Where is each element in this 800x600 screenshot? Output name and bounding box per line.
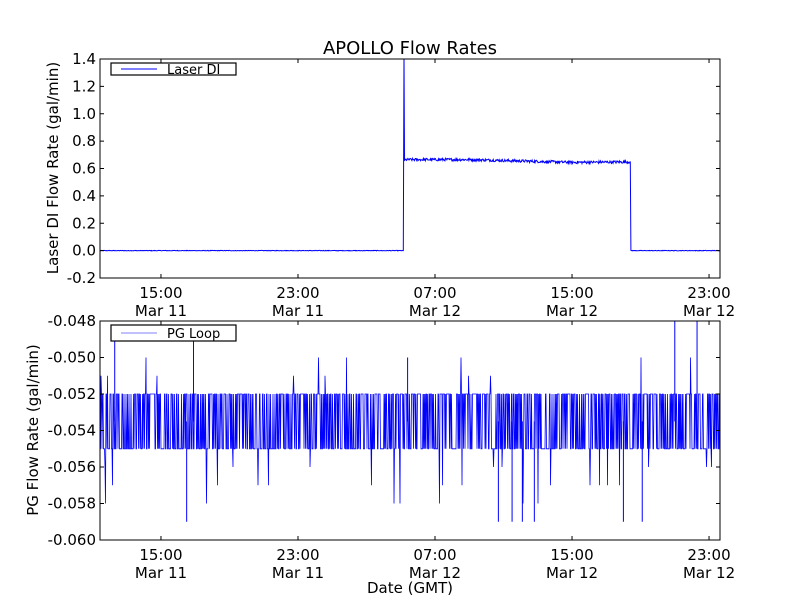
chart-figure: APOLLO Flow Rates Date (GMT) Laser DI Fl… — [0, 0, 800, 600]
laser-di-axes: -0.20.00.20.40.60.81.01.21.415:00Mar 112… — [67, 50, 735, 320]
y-tick-label: 0.4 — [72, 187, 96, 205]
x-tick-label-date: Mar 12 — [409, 564, 461, 582]
y-tick-label: -0.056 — [48, 458, 96, 476]
x-tick-label-time: 07:00 — [413, 546, 456, 564]
axes-frame — [99, 58, 721, 279]
x-tick-label-time: 07:00 — [413, 284, 456, 302]
chart-canvas: APOLLO Flow Rates Date (GMT) Laser DI Fl… — [24, 38, 735, 597]
y-tick-label: -0.050 — [48, 349, 96, 367]
x-tick-label-time: 23:00 — [687, 546, 730, 564]
y-tick-label: 1.2 — [72, 77, 96, 95]
x-tick-label-time: 23:00 — [276, 546, 319, 564]
legend: Laser DI — [110, 62, 237, 78]
y-tick-label: -0.060 — [48, 531, 96, 549]
x-tick-label-date: Mar 11 — [272, 564, 324, 582]
x-tick-label-date: Mar 12 — [546, 302, 598, 320]
ylabel-top: Laser DI Flow Rate (gal/min) — [44, 62, 62, 274]
x-tick-label-date: Mar 12 — [409, 302, 461, 320]
y-tick-label: 0.8 — [72, 132, 96, 150]
x-tick-label-time: 23:00 — [276, 284, 319, 302]
y-tick-label: 0.6 — [72, 160, 96, 178]
series-line-pg-loop — [100, 357, 720, 504]
x-tick-label-time: 15:00 — [550, 284, 593, 302]
y-tick-label: 1.0 — [72, 105, 96, 123]
x-tick-label-date: Mar 11 — [272, 302, 324, 320]
y-tick-label: -0.058 — [48, 495, 96, 513]
y-tick-label: 0.0 — [72, 242, 96, 260]
legend-label: Laser DI — [167, 63, 220, 78]
pg-loop-axes: -0.060 -0.058 -0.056 -0.054 -0.052 -0.050 -0.0… — [48, 312, 735, 582]
x-tick-label-time: 15:00 — [139, 284, 182, 302]
x-tick-label-date: Mar 12 — [546, 564, 598, 582]
y-tick-label: 1.4 — [72, 50, 96, 68]
series-line-laser-di — [100, 59, 720, 252]
ylabel-bottom: PG Flow Rate (gal/min) — [24, 344, 42, 516]
chart-title: APOLLO Flow Rates — [323, 38, 497, 59]
x-tick-label-date: Mar 12 — [683, 564, 735, 582]
legend: PG Loop — [110, 324, 237, 342]
y-tick-label: -0.048 — [48, 312, 96, 330]
y-tick-label: -0.052 — [48, 385, 96, 403]
x-tick-label-date: Mar 12 — [683, 302, 735, 320]
x-tick-label-time: 23:00 — [687, 284, 730, 302]
x-tick-label-date: Mar 11 — [135, 564, 187, 582]
x-tick-label-time: 15:00 — [550, 546, 593, 564]
x-tick-label-time: 15:00 — [139, 546, 182, 564]
y-tick-label: -0.054 — [48, 422, 96, 440]
legend-label: PG Loop — [167, 327, 220, 342]
y-tick-label: 0.2 — [72, 214, 96, 232]
x-tick-label-date: Mar 11 — [135, 302, 187, 320]
y-tick-label: -0.2 — [67, 269, 96, 287]
